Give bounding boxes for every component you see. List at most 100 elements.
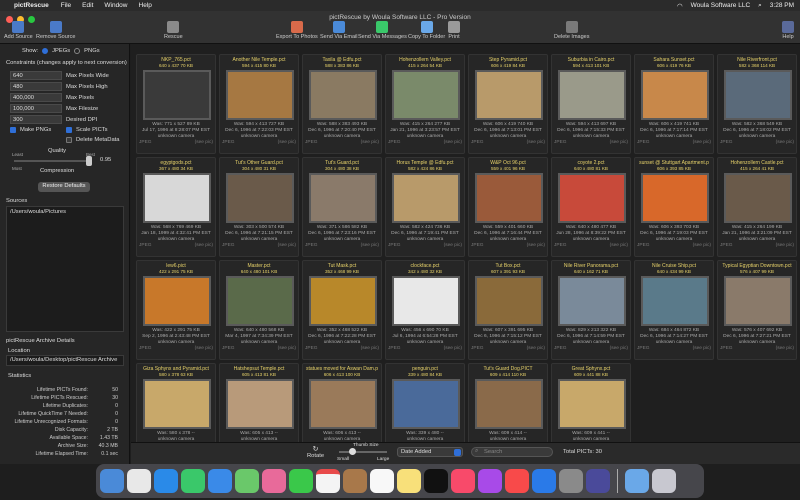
- thumbnail-cell[interactable]: coyote 2.pct 640 x 480 81 KB Was: 640 x 48…: [551, 157, 631, 257]
- thumbnail-cell[interactable]: Nile Riverfront.pct 582 x 368 114 KB Was: …: [717, 54, 797, 154]
- search-input[interactable]: Search: [471, 447, 553, 457]
- thumbnail-image[interactable]: [724, 173, 792, 223]
- thumbnail-cell[interactable]: Nile River Panorama.pct 640 x 162 71 KB Wa…: [551, 260, 631, 360]
- location-field[interactable]: /Users/woula/Desktop/pictRescue Archive: [6, 355, 124, 366]
- max-pixels-field[interactable]: 400,000: [10, 93, 62, 102]
- thumbnail-cell[interactable]: Hatshepsut Temple.pct 605 x 413 81 KB Was:…: [219, 363, 299, 442]
- thumbnail-image[interactable]: [392, 70, 460, 120]
- thumbnail-cell[interactable]: Great Sphynx.pct 609 x 441 88 KB Was: 609 …: [551, 363, 631, 442]
- scale-picts-checkbox[interactable]: [66, 127, 72, 133]
- wifi-icon[interactable]: ◠: [677, 2, 683, 10]
- thumbnail-see-pic-link[interactable]: (see pic): [361, 243, 379, 249]
- thumbnail-image[interactable]: [558, 276, 626, 326]
- sort-select[interactable]: Date Added: [397, 447, 463, 457]
- thumbnail-cell[interactable]: Hohenzollern Castle.pct 415 x 264 41 KB Wa…: [717, 157, 797, 257]
- menu-file[interactable]: File: [61, 2, 71, 9]
- thumbnail-image[interactable]: [558, 70, 626, 120]
- source-path[interactable]: /Users/woula/Pictures: [7, 207, 123, 217]
- thumbnail-image[interactable]: [392, 379, 460, 429]
- help-button[interactable]: Help: [782, 21, 794, 40]
- thumbnail-see-pic-link[interactable]: (see pic): [195, 243, 213, 249]
- thumbnail-image[interactable]: [641, 70, 709, 120]
- thumbnail-cell[interactable]: Sahara Sunset.pct 606 x 419 76 KB Was: 606…: [634, 54, 714, 154]
- user-menu[interactable]: Woula Software LLC: [691, 2, 751, 9]
- downloads-folder-icon[interactable]: [625, 469, 649, 493]
- maps-icon[interactable]: [235, 469, 259, 493]
- music-icon[interactable]: [451, 469, 475, 493]
- delete-images-button[interactable]: Delete Images: [554, 21, 589, 40]
- max-width-field[interactable]: 640: [10, 71, 62, 80]
- mail-icon[interactable]: [208, 469, 232, 493]
- thumbnail-cell[interactable]: Nile Cruise Ship.pct 640 x 434 99 KB Was: …: [634, 260, 714, 360]
- thumbnail-cell[interactable]: sunset @ Stuttgart Apartment.p 606 x 393 …: [634, 157, 714, 257]
- thumbnail-image[interactable]: [558, 379, 626, 429]
- thumbnail-see-pic-link[interactable]: (see pic): [444, 243, 462, 249]
- thumbnail-see-pic-link[interactable]: (see pic): [278, 346, 296, 352]
- restore-defaults-button[interactable]: Restore Defaults: [38, 182, 90, 192]
- thumbnail-see-pic-link[interactable]: (see pic): [444, 346, 462, 352]
- max-filesize-field[interactable]: 100,000: [10, 104, 62, 113]
- thumbnail-cell[interactable]: Hohenzollern Valley.pct 415 x 264 54 KB Wa…: [385, 54, 465, 154]
- thumbnail-see-pic-link[interactable]: (see pic): [776, 140, 794, 146]
- thumbnail-cell[interactable]: Tut's Guard Dog.PICT 609 x 414 110 KB Was:…: [468, 363, 548, 442]
- finder-icon[interactable]: [100, 469, 124, 493]
- thumbnail-image[interactable]: [226, 70, 294, 120]
- thumbnail-image[interactable]: [309, 276, 377, 326]
- thumbnail-image[interactable]: [475, 379, 543, 429]
- thumbnail-cell[interactable]: Tut Mask.pct 352 x 468 99 KB Was: 352 x 46…: [302, 260, 382, 360]
- thumbnail-see-pic-link[interactable]: (see pic): [195, 346, 213, 352]
- thumbnail-cell[interactable]: penguin.pct 339 x 480 84 KB Was: 339 x 480…: [385, 363, 465, 442]
- thumbnail-see-pic-link[interactable]: (see pic): [693, 140, 711, 146]
- thumbnail-see-pic-link[interactable]: (see pic): [278, 140, 296, 146]
- thumbnail-image[interactable]: [558, 173, 626, 223]
- thumbnail-see-pic-link[interactable]: (see pic): [693, 243, 711, 249]
- news-icon[interactable]: [505, 469, 529, 493]
- thumbnail-image[interactable]: [226, 276, 294, 326]
- thumbnail-image[interactable]: [143, 276, 211, 326]
- thumbnail-see-pic-link[interactable]: (see pic): [361, 140, 379, 146]
- dpi-field[interactable]: 300: [10, 115, 62, 124]
- thumbnail-cell[interactable]: Tut Box.pct 607 x 391 93 KB Was: 607 x 391…: [468, 260, 548, 360]
- quality-slider-track[interactable]: [14, 160, 90, 162]
- rescue-button[interactable]: Rescue: [164, 21, 183, 40]
- thumbnail-grid[interactable]: NKP_765.pct 640 x 437 70 KB Was: 771 x 527…: [131, 44, 800, 442]
- thumbnail-image[interactable]: [475, 276, 543, 326]
- photos-icon[interactable]: [262, 469, 286, 493]
- safari-icon[interactable]: [154, 469, 178, 493]
- notes-icon[interactable]: [397, 469, 421, 493]
- menu-help[interactable]: Help: [139, 2, 152, 9]
- launchpad-icon[interactable]: [127, 469, 151, 493]
- thumb-size-slider-track[interactable]: [339, 451, 387, 453]
- thumbnail-image[interactable]: [392, 173, 460, 223]
- thumbnail-see-pic-link[interactable]: (see pic): [444, 140, 462, 146]
- thumbnail-cell[interactable]: NKP_765.pct 640 x 437 70 KB Was: 771 x 527…: [136, 54, 216, 154]
- thumbnail-image[interactable]: [143, 70, 211, 120]
- pictrescue-icon[interactable]: [586, 469, 610, 493]
- thumbnail-cell[interactable]: Taxila @ Edfu.pct 588 x 383 86 KB Was: 588…: [302, 54, 382, 154]
- thumbnail-cell[interactable]: egyptgods.pct 367 x 480 34 KB Was: 568 x 7…: [136, 157, 216, 257]
- print-button[interactable]: Print: [448, 21, 460, 40]
- thumbnail-image[interactable]: [143, 173, 211, 223]
- clock[interactable]: 3:28 PM: [770, 2, 794, 9]
- thumbnail-see-pic-link[interactable]: (see pic): [693, 346, 711, 352]
- system-preferences-icon[interactable]: [559, 469, 583, 493]
- thumbnail-cell[interactable]: Suburbia in Cairo.pct 594 x 413 101 KB Was…: [551, 54, 631, 154]
- thumbnail-cell[interactable]: Step Pyramid.pct 606 x 419 84 KB Was: 606 …: [468, 54, 548, 154]
- thumbnail-see-pic-link[interactable]: (see pic): [527, 346, 545, 352]
- sources-list[interactable]: /Users/woula/Pictures: [6, 206, 124, 332]
- thumbnail-see-pic-link[interactable]: (see pic): [776, 243, 794, 249]
- app-store-icon[interactable]: [532, 469, 556, 493]
- thumbnail-image[interactable]: [641, 173, 709, 223]
- thumbnail-see-pic-link[interactable]: (see pic): [776, 346, 794, 352]
- thumbnail-image[interactable]: [724, 276, 792, 326]
- thumbnail-cell[interactable]: Horus Temple @ Edfu.pct 582 x 424 86 KB Wa…: [385, 157, 465, 257]
- calendar-icon[interactable]: [316, 469, 340, 493]
- thumbnail-see-pic-link[interactable]: (see pic): [195, 140, 213, 146]
- send-messages-button[interactable]: Send Via Messages: [358, 21, 407, 40]
- thumbnail-see-pic-link[interactable]: (see pic): [527, 243, 545, 249]
- thumbnail-image[interactable]: [226, 173, 294, 223]
- quality-slider-thumb[interactable]: [86, 156, 92, 166]
- tv-icon[interactable]: [424, 469, 448, 493]
- thumbnail-image[interactable]: [309, 379, 377, 429]
- facetime-icon[interactable]: [289, 469, 313, 493]
